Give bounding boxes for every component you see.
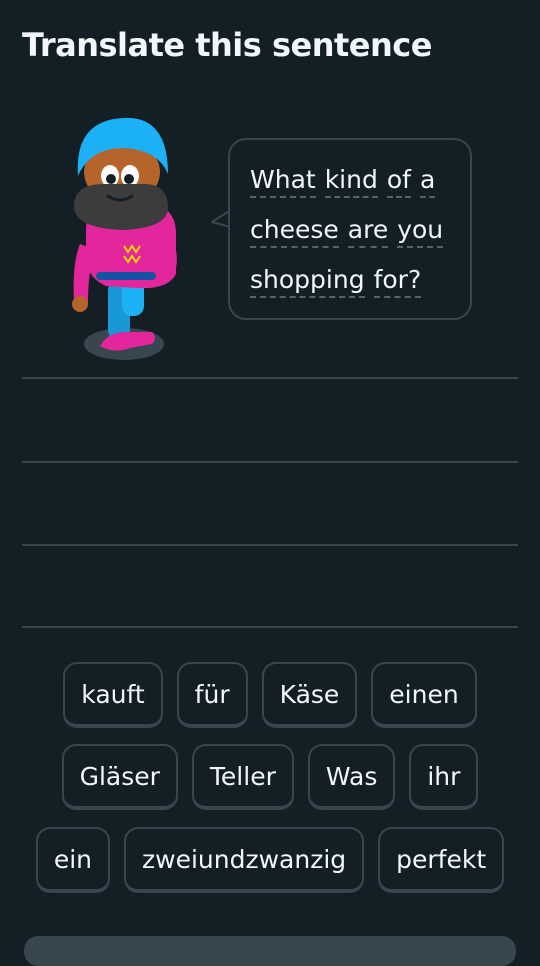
- word-tile[interactable]: perfekt: [378, 827, 505, 893]
- word-tile[interactable]: für: [176, 662, 248, 728]
- prompt-word[interactable]: are: [347, 215, 389, 248]
- prompt-line: shopping for?: [250, 256, 460, 306]
- duo-character-turban-icon: [72, 117, 177, 360]
- word-tile[interactable]: einen: [371, 662, 477, 728]
- word-bank-row: kauft für Käse einen: [0, 662, 540, 728]
- page-title: Translate this sentence: [22, 26, 432, 64]
- prompt-line: What kind of a: [250, 156, 460, 206]
- prompt-sentence: What kind of a cheese are you shopping f…: [250, 156, 460, 306]
- word-tile[interactable]: Gläser: [61, 744, 178, 810]
- word-bank-row: Gläser Teller Was ihr: [0, 744, 540, 810]
- word-tile[interactable]: Was: [307, 744, 396, 810]
- word-tile[interactable]: zweiundzwanzig: [124, 827, 365, 893]
- word-bank-row: ein zweiundzwanzig perfekt: [0, 827, 540, 893]
- prompt-word[interactable]: cheese: [250, 215, 339, 248]
- answer-line[interactable]: [22, 377, 518, 379]
- word-tile[interactable]: ein: [35, 827, 111, 893]
- prompt-word[interactable]: a: [419, 165, 436, 198]
- answer-line[interactable]: [22, 544, 518, 546]
- prompt-line: cheese are you: [250, 206, 460, 256]
- word-tile[interactable]: ihr: [409, 744, 479, 810]
- answer-line[interactable]: [22, 461, 518, 463]
- prompt-word[interactable]: you: [397, 215, 444, 248]
- word-tile[interactable]: Teller: [191, 744, 294, 810]
- word-tile[interactable]: Käse: [261, 662, 358, 728]
- answer-line[interactable]: [22, 626, 518, 628]
- prompt-word[interactable]: of: [386, 165, 411, 198]
- prompt-word[interactable]: What: [250, 165, 316, 198]
- prompt-word[interactable]: shopping: [250, 265, 365, 298]
- prompt-word[interactable]: kind: [324, 165, 378, 198]
- check-button[interactable]: [24, 936, 516, 966]
- prompt-word[interactable]: for?: [373, 265, 422, 298]
- word-tile[interactable]: kauft: [63, 662, 163, 728]
